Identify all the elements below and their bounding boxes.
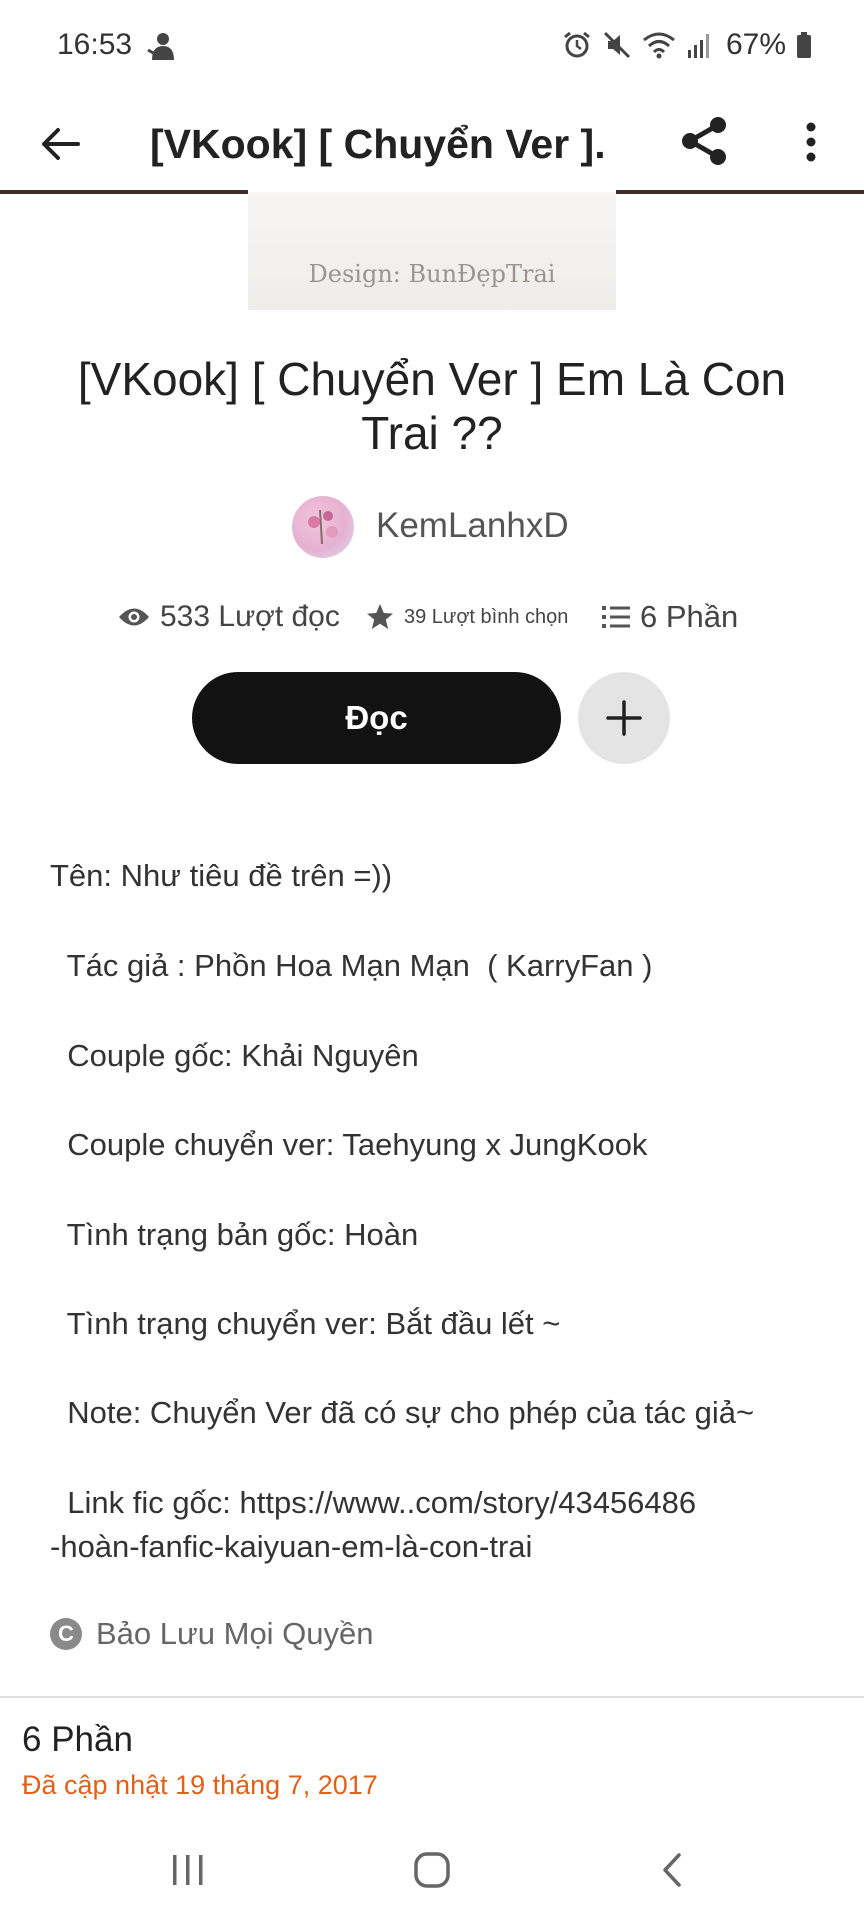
signal-icon: [687, 34, 709, 58]
arrow-left-icon: [42, 128, 80, 160]
home-icon: [414, 1852, 450, 1888]
battery-icon: [797, 32, 811, 58]
description-line: Tên: Như tiêu đề trên =)): [50, 858, 393, 893]
back-button[interactable]: [30, 114, 90, 174]
share-button[interactable]: [672, 106, 736, 176]
description-line: Link fic gốc: https://www..com/story/434…: [50, 1485, 697, 1520]
app-bar-divider: [0, 190, 248, 194]
parts-count-stat: 6 Phần: [640, 599, 739, 634]
battery-percent: 67%: [725, 28, 786, 61]
status-time: 16:53: [57, 28, 133, 61]
story-stats: 533 Lượt đọc 39 Lượt bình chọn 6 Phần: [0, 592, 864, 642]
description-line: Tình trạng bản gốc: Hoàn: [50, 1217, 419, 1252]
chevron-left-icon: [663, 1853, 681, 1887]
plus-icon: [606, 700, 642, 736]
story-title: [VKook] [ Chuyển Ver ] Em Là Con Trai ??: [77, 353, 787, 459]
read-button[interactable]: Đọc: [192, 672, 561, 764]
last-updated-text: Đã cập nhật 19 tháng 7, 2017: [22, 1770, 378, 1800]
home-button[interactable]: [392, 1840, 472, 1900]
votes-stat: 39 Lượt bình chọn: [366, 592, 568, 642]
add-to-library-button[interactable]: [578, 672, 670, 764]
recent-apps-button[interactable]: [148, 1840, 228, 1900]
app-bar-title: [VKook] [ Chuyển Ver ]...: [150, 121, 605, 167]
eye-icon: [119, 608, 149, 626]
app-bar: [VKook] [ Chuyển Ver ]...: [0, 100, 864, 192]
reads-stat: 533 Lượt đọc: [118, 592, 340, 642]
star-icon: [367, 604, 393, 629]
author-row[interactable]: KemLanhxD: [0, 494, 864, 560]
status-bar: 16:53 67%: [0, 0, 864, 100]
more-vertical-icon: [806, 122, 816, 162]
parts-stat: 6 Phần: [602, 592, 738, 642]
description-line: Tình trạng chuyển ver: Bắt đầu lết ~: [50, 1306, 561, 1341]
votes-count: 39 Lượt bình chọn: [404, 605, 569, 628]
mute-icon: [603, 31, 631, 59]
list-icon: [602, 606, 630, 628]
description-line: Note: Chuyển Ver đã có sự cho phép của t…: [50, 1395, 755, 1430]
reads-count: 533 Lượt đọc: [160, 600, 340, 633]
description-line: Couple gốc: Khải Nguyên: [50, 1038, 419, 1073]
status-icons: 67%: [562, 28, 812, 62]
copyright-icon: C: [50, 1618, 82, 1650]
section-divider: [0, 1696, 864, 1698]
recent-apps-icon: [173, 1855, 203, 1885]
system-nav-bar: [0, 1820, 864, 1920]
copyright-text: Bảo Lưu Mọi Quyền: [96, 1616, 374, 1651]
description-line: Couple chuyển ver: Taehyung x JungKook: [50, 1127, 648, 1162]
description-line: -hoàn-fanfic-kaiyuan-em-là-con-trai: [50, 1529, 533, 1564]
parts-section-title[interactable]: 6 Phần: [22, 1720, 133, 1760]
avatar-art: [308, 509, 338, 545]
author-avatar[interactable]: [292, 496, 354, 558]
story-cover-image[interactable]: Design: BunĐẹpTrai: [248, 192, 616, 310]
app-bar-divider: [616, 190, 864, 194]
description-line: Tác giả : Phồn Hoa Mạn Mạn ( KarryFan ): [50, 948, 653, 983]
share-icon: [682, 117, 726, 165]
more-options-button[interactable]: [786, 110, 836, 174]
alarm-icon: [564, 31, 590, 58]
system-back-button[interactable]: [632, 1840, 712, 1900]
notification-icon: [147, 33, 174, 60]
wifi-icon: [643, 32, 675, 59]
author-name[interactable]: KemLanhxD: [376, 506, 569, 546]
copyright-row: C Bảo Lưu Mọi Quyền: [50, 1612, 374, 1656]
story-page: 16:53 67% [VKook] [Chuyển Ver]... Desi…: [0, 0, 864, 1920]
cover-credit-text: Design: BunĐẹpTrai: [308, 260, 556, 288]
